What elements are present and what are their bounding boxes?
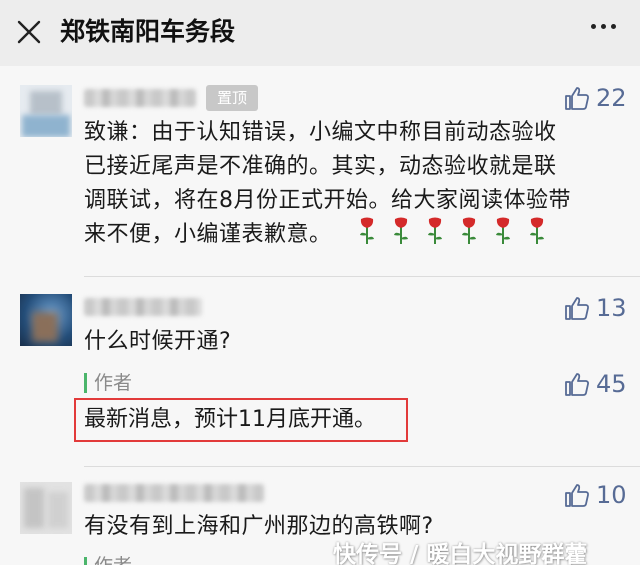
like-count: 13 [596, 294, 627, 322]
avatar[interactable] [20, 482, 72, 534]
commenter-name [84, 484, 264, 502]
divider [84, 276, 640, 277]
rose-icon [492, 216, 514, 250]
watermark: 快传号 / 暖白大视野群藿 [333, 542, 588, 565]
avatar[interactable] [20, 85, 72, 137]
comment-line: 已接近尾声是不准确的。其实，动态验收就是联 [84, 154, 557, 179]
comment-line: 致谦：由于认知错误，小编文中称目前动态验收 [84, 120, 557, 145]
rose-icon [356, 216, 378, 250]
avatar[interactable] [20, 294, 72, 346]
page-title: 郑铁南阳车务段 [60, 17, 236, 46]
like-button[interactable]: 45 [564, 370, 627, 398]
commenter-name [84, 298, 202, 316]
like-count: 45 [596, 370, 627, 398]
comment-text: 什么时候开通? [84, 329, 232, 354]
commenter-name [84, 89, 196, 107]
comment-line: 调联试，将在8月份正式开始。给大家阅读体验带 [84, 188, 571, 213]
author-reply-marker [84, 557, 87, 565]
like-button[interactable]: 22 [564, 84, 627, 112]
author-label: 作者 [94, 554, 132, 565]
rose-icon [390, 216, 412, 250]
top-bar: 郑铁南阳车务段 [0, 0, 640, 66]
like-button[interactable]: 13 [564, 294, 627, 322]
rose-icon [458, 216, 480, 250]
thumbs-up-icon [565, 373, 589, 396]
rose-icon [424, 216, 446, 250]
like-count: 10 [596, 481, 627, 509]
rose-icon [526, 216, 548, 250]
emoji-row [356, 216, 548, 250]
more-dots-icon[interactable] [591, 24, 616, 29]
author-reply-text: 最新消息，预计11月底开通。 [84, 407, 376, 432]
author-reply-marker [84, 373, 87, 393]
comment-line: 来不便，小编谨表歉意。 [84, 222, 332, 247]
pinned-badge: 置顶 [206, 85, 258, 111]
author-label: 作者 [94, 372, 133, 394]
thumbs-up-icon [565, 297, 589, 320]
thumbs-up-icon [565, 87, 589, 110]
divider [84, 466, 640, 467]
thumbs-up-icon [565, 484, 589, 507]
close-icon[interactable] [14, 17, 44, 47]
like-button[interactable]: 10 [564, 481, 627, 509]
like-count: 22 [596, 84, 627, 112]
